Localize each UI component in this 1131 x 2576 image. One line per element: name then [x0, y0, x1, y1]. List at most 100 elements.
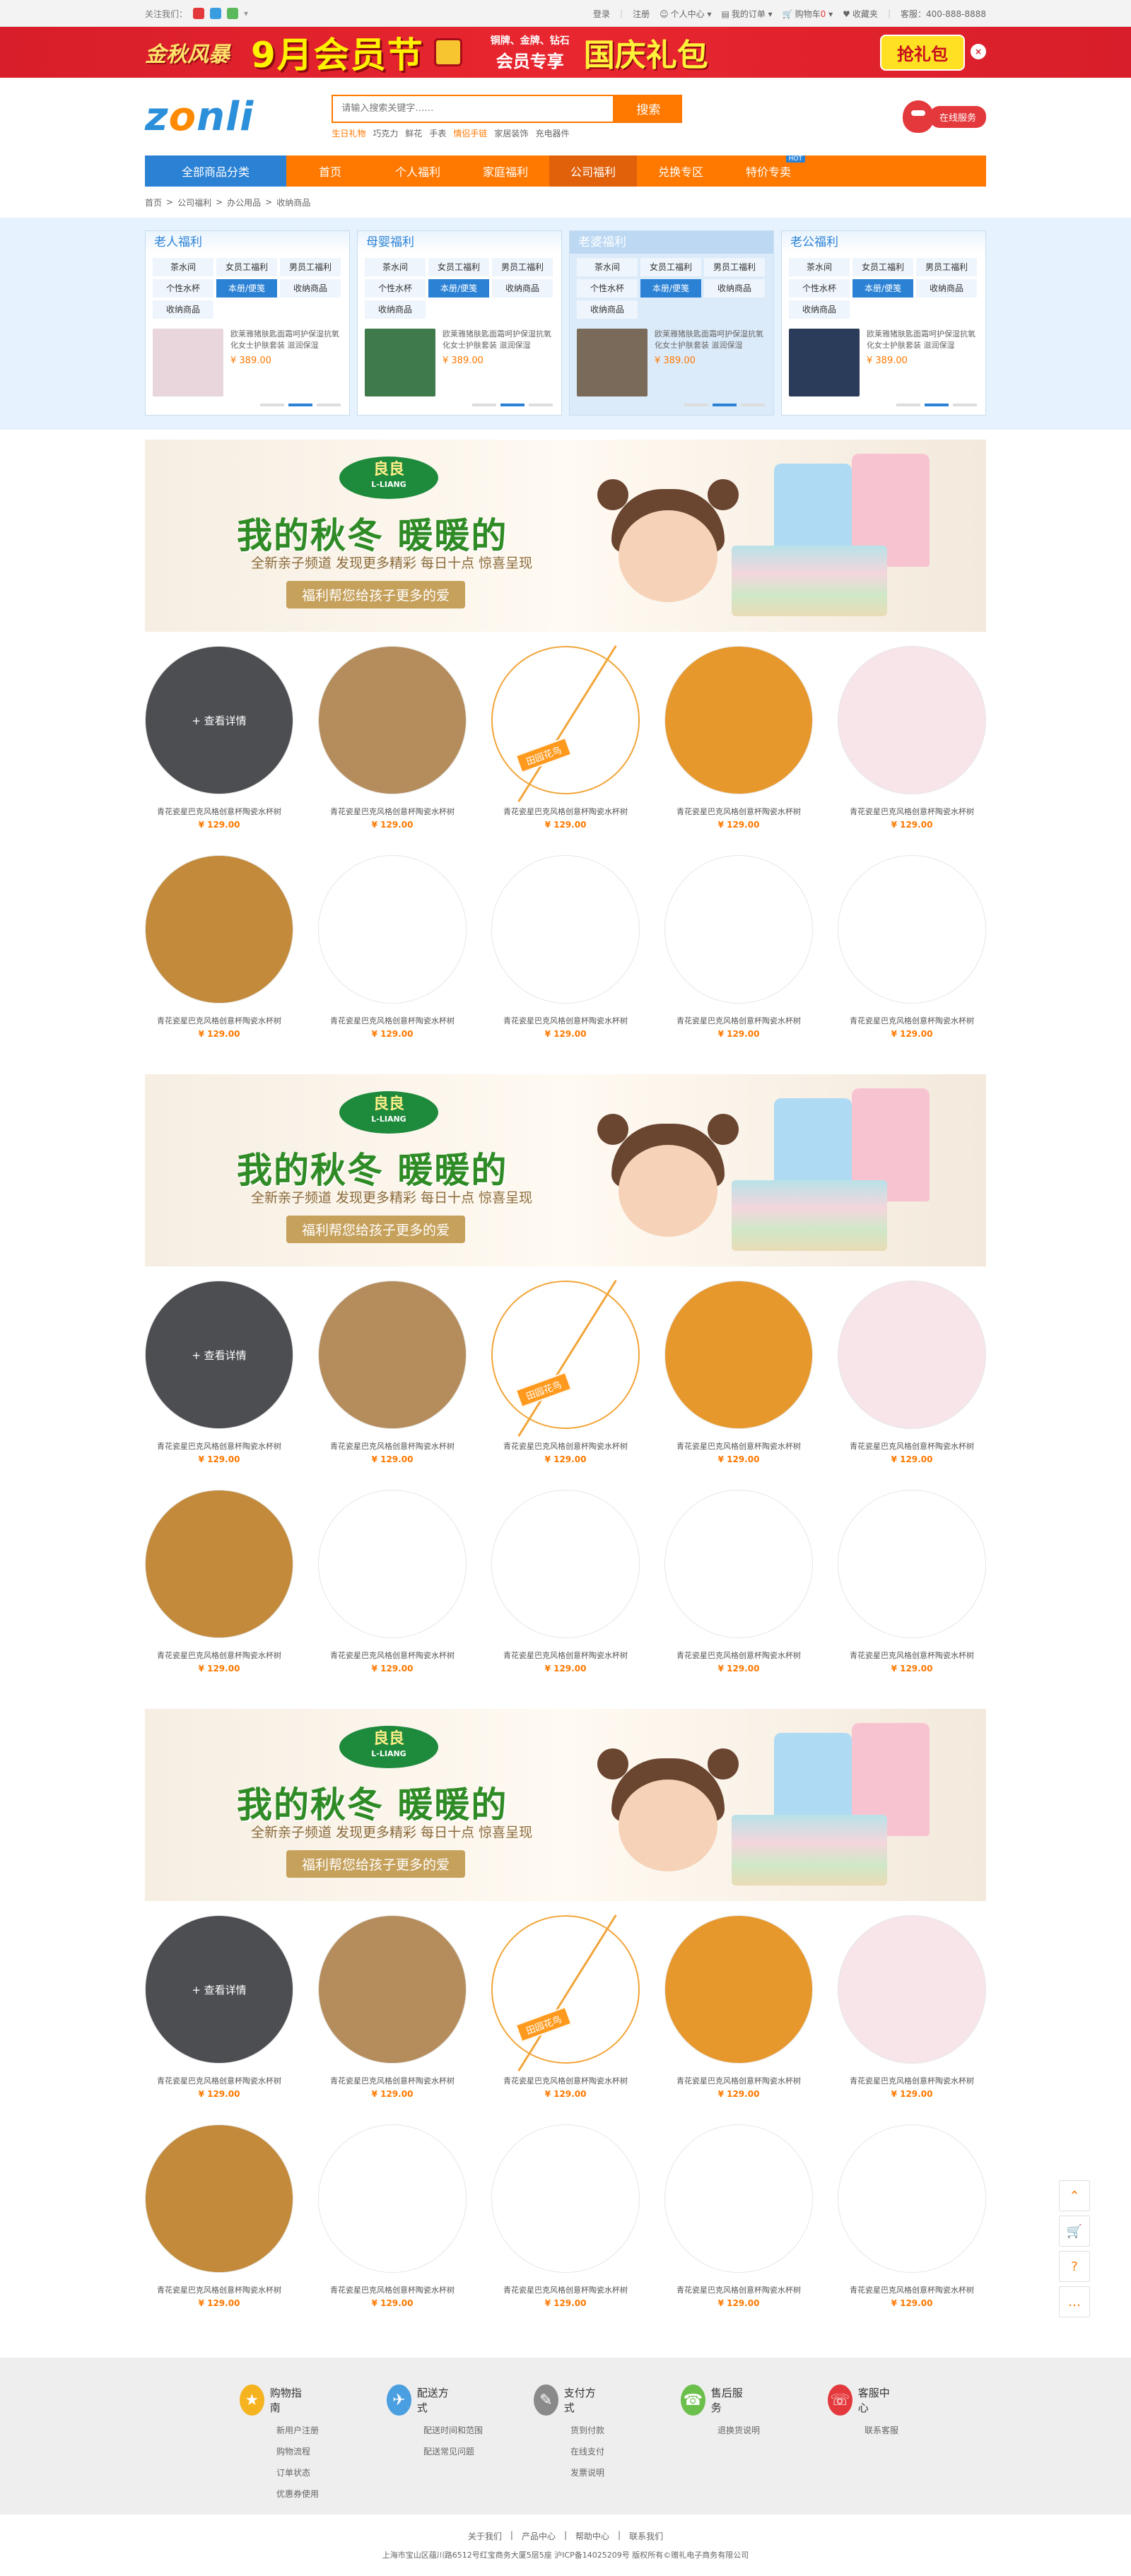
product-description[interactable]: 欧莱雅猪肤匙面霜呵护保湿抗氧化女士护肤套装 滋润保湿 — [655, 329, 766, 351]
category-title[interactable]: 老人福利 — [146, 231, 349, 254]
weibo-icon[interactable] — [193, 8, 205, 19]
bottom-link[interactable]: 产品中心 — [522, 2530, 556, 2542]
login-link[interactable]: 登录 — [593, 8, 610, 20]
footer-link[interactable]: 联系客服 — [865, 2420, 898, 2441]
help-icon[interactable]: ? — [1059, 2251, 1090, 2282]
category-product[interactable]: 欧莱雅猪肤匙面霜呵护保湿抗氧化女士护肤套装 滋润保湿 ¥ 389.00 — [358, 323, 561, 396]
footer-link[interactable]: 配送常见问题 — [423, 2441, 474, 2462]
product-image[interactable] — [789, 329, 860, 396]
carousel-dot[interactable] — [925, 404, 949, 406]
nav-item[interactable]: 首页 — [286, 155, 374, 187]
product-image[interactable]: 田园花鸟 — [491, 1279, 640, 1437]
carousel-dot[interactable] — [317, 404, 341, 406]
bottom-link[interactable]: 关于我们 — [468, 2530, 502, 2542]
product-image[interactable] — [664, 1915, 813, 2064]
product-description[interactable]: 欧莱雅猪肤匙面霜呵护保湿抗氧化女士护肤套装 滋润保湿 — [443, 329, 554, 351]
product-image[interactable] — [838, 2124, 986, 2273]
category-tag[interactable]: 茶水间 — [153, 258, 213, 276]
wechat-icon[interactable] — [227, 8, 239, 19]
hot-keyword[interactable]: 鲜花 — [405, 127, 422, 139]
online-service[interactable]: 在线服务 — [902, 100, 986, 133]
product-image[interactable] — [318, 855, 467, 1004]
hot-keyword[interactable]: 情侣手链 — [453, 127, 487, 139]
product-image[interactable] — [318, 1490, 467, 1638]
category-tag[interactable]: 男员工福利 — [280, 258, 341, 276]
category-tag[interactable]: 本册/便笺 — [640, 279, 701, 298]
product-image[interactable] — [145, 1490, 293, 1638]
promo-banner[interactable]: 金秋风暴 9月会员节 铜牌、金牌、钻石 会员专享 国庆礼包 抢礼包 × — [0, 27, 1131, 78]
promo-banner-image[interactable]: 良良 L-LIANG 我的秋冬 暖暖的 全新亲子频道 发现更多精彩 每日十点 惊喜呈现… — [145, 440, 986, 632]
carousel-dot[interactable] — [684, 404, 708, 406]
nav-item[interactable]: 家庭福利 — [462, 155, 549, 187]
category-tag[interactable]: 男员工福利 — [492, 258, 553, 276]
category-tag[interactable]: 收纳商品 — [365, 300, 426, 319]
product-name[interactable]: 青花瓷星巴克风格创意杯陶瓷水杯树 — [157, 1440, 281, 1452]
cart-icon[interactable]: 🛒 — [1059, 2216, 1090, 2247]
product-name[interactable]: 青花瓷星巴克风格创意杯陶瓷水杯树 — [330, 1015, 455, 1026]
breadcrumb-item[interactable]: 公司福利 — [177, 196, 211, 208]
product-name[interactable]: 青花瓷星巴克风格创意杯陶瓷水杯树 — [850, 2284, 974, 2295]
product-card[interactable]: 青花瓷星巴克风格创意杯陶瓷水杯树 ¥ 129.00 — [664, 2124, 813, 2334]
product-name[interactable]: 青花瓷星巴克风格创意杯陶瓷水杯树 — [676, 1440, 801, 1452]
hot-keyword[interactable]: 充电器件 — [535, 127, 569, 139]
product-image[interactable] — [145, 855, 293, 1004]
category-title[interactable]: 老婆福利 — [570, 231, 773, 254]
nav-item[interactable]: 兑换专区 — [637, 155, 725, 187]
category-product[interactable]: 欧莱雅猪肤匙面霜呵护保湿抗氧化女士护肤套装 滋润保湿 ¥ 389.00 — [570, 323, 773, 396]
product-name[interactable]: 青花瓷星巴克风格创意杯陶瓷水杯树 — [503, 1440, 628, 1452]
nav-item[interactable]: 个人福利 — [374, 155, 462, 187]
category-tag[interactable]: 茶水间 — [577, 258, 638, 276]
category-tag[interactable]: 本册/便笺 — [216, 279, 277, 298]
category-tag[interactable]: 个性水杯 — [153, 279, 213, 298]
online-service-button[interactable]: 在线服务 — [929, 105, 986, 128]
product-card[interactable]: + 查看详情 青花瓷星巴克风格创意杯陶瓷水杯树 ¥ 129.00 — [145, 1281, 293, 1490]
product-image[interactable] — [318, 1281, 467, 1429]
category-tag[interactable]: 收纳商品 — [916, 279, 977, 298]
carousel-dot[interactable] — [260, 404, 284, 406]
product-card[interactable]: 青花瓷星巴克风格创意杯陶瓷水杯树 ¥ 129.00 — [838, 1915, 986, 2124]
product-name[interactable]: 青花瓷星巴克风格创意杯陶瓷水杯树 — [330, 1440, 455, 1452]
bottom-link[interactable]: 联系我们 — [629, 2530, 663, 2542]
footer-link[interactable]: 优惠券使用 — [276, 2483, 319, 2505]
category-tag[interactable]: 男员工福利 — [916, 258, 977, 276]
product-card[interactable]: 青花瓷星巴克风格创意杯陶瓷水杯树 ¥ 129.00 — [318, 646, 467, 855]
category-tag[interactable]: 本册/便笺 — [852, 279, 913, 298]
category-tag[interactable]: 女员工福利 — [640, 258, 701, 276]
product-name[interactable]: 青花瓷星巴克风格创意杯陶瓷水杯树 — [676, 806, 801, 817]
carousel-dot[interactable] — [713, 404, 737, 406]
back-to-top-icon[interactable]: ⌃ — [1059, 2180, 1090, 2211]
category-tag[interactable]: 收纳商品 — [280, 279, 341, 298]
category-product[interactable]: 欧莱雅猪肤匙面霜呵护保湿抗氧化女士护肤套装 滋润保湿 ¥ 389.00 — [146, 323, 349, 396]
product-image[interactable] — [838, 1281, 986, 1429]
product-image[interactable]: + 查看详情 — [145, 1281, 293, 1429]
product-name[interactable]: 青花瓷星巴克风格创意杯陶瓷水杯树 — [676, 1649, 801, 1661]
footer-link[interactable]: 新用户注册 — [276, 2420, 319, 2441]
product-name[interactable]: 青花瓷星巴克风格创意杯陶瓷水杯树 — [157, 1015, 281, 1026]
product-card[interactable]: + 查看详情 青花瓷星巴克风格创意杯陶瓷水杯树 ¥ 129.00 — [145, 646, 293, 855]
product-image[interactable]: 田园花鸟 — [491, 645, 640, 803]
product-description[interactable]: 欧莱雅猪肤匙面霜呵护保湿抗氧化女士护肤套装 滋润保湿 — [230, 329, 342, 351]
category-tag[interactable]: 茶水间 — [789, 258, 850, 276]
breadcrumb-item[interactable]: 办公用品 — [227, 196, 261, 208]
product-card[interactable]: 青花瓷星巴克风格创意杯陶瓷水杯树 ¥ 129.00 — [838, 855, 986, 1064]
grab-gift-button[interactable]: 抢礼包 — [880, 34, 965, 71]
product-image[interactable] — [838, 646, 986, 794]
product-card[interactable]: 青花瓷星巴克风格创意杯陶瓷水杯树 ¥ 129.00 — [664, 855, 813, 1064]
product-name[interactable]: 青花瓷星巴克风格创意杯陶瓷水杯树 — [850, 806, 974, 817]
hot-keyword[interactable]: 家居装饰 — [494, 127, 528, 139]
category-tag[interactable]: 女员工福利 — [428, 258, 489, 276]
product-card[interactable]: 青花瓷星巴克风格创意杯陶瓷水杯树 ¥ 129.00 — [318, 855, 467, 1064]
carousel-dot[interactable] — [953, 404, 977, 406]
product-card[interactable]: 青花瓷星巴克风格创意杯陶瓷水杯树 ¥ 129.00 — [145, 1490, 293, 1699]
product-name[interactable]: 青花瓷星巴克风格创意杯陶瓷水杯树 — [503, 2075, 628, 2086]
promo-banner-image[interactable]: 良良 L-LIANG 我的秋冬 暖暖的 全新亲子频道 发现更多精彩 每日十点 惊喜呈现… — [145, 1709, 986, 1901]
view-details-overlay[interactable]: + 查看详情 — [146, 647, 293, 794]
site-logo[interactable]: zonli — [145, 94, 254, 140]
register-link[interactable]: 注册 — [633, 8, 650, 20]
nav-item[interactable]: 公司福利 — [549, 155, 637, 187]
product-card[interactable]: 青花瓷星巴克风格创意杯陶瓷水杯树 ¥ 129.00 — [838, 1490, 986, 1699]
product-card[interactable]: 青花瓷星巴克风格创意杯陶瓷水杯树 ¥ 129.00 — [664, 1915, 813, 2124]
product-card[interactable]: 田园花鸟 青花瓷星巴克风格创意杯陶瓷水杯树 ¥ 129.00 — [491, 645, 640, 855]
chevron-down-icon[interactable]: ▾ — [244, 8, 248, 18]
product-image[interactable] — [365, 329, 435, 396]
